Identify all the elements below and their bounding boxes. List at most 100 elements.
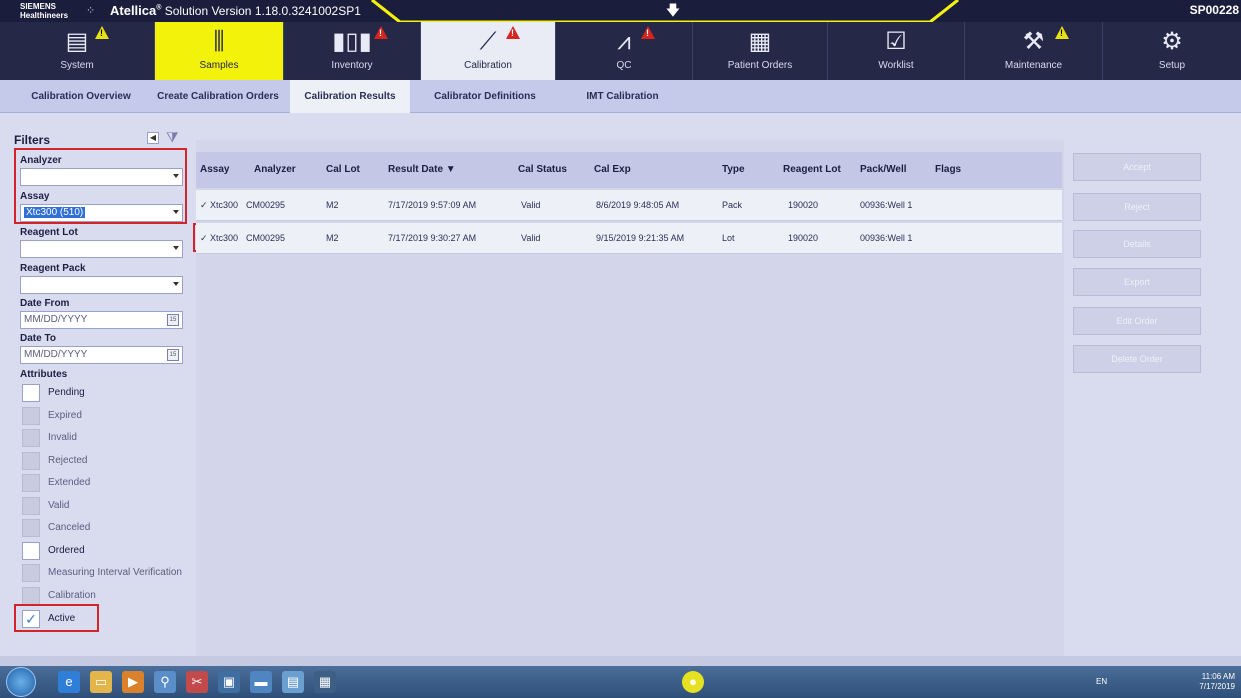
column-header-analyzer[interactable]: Analyzer xyxy=(254,164,296,175)
calibration-icon: ⟋ xyxy=(479,28,497,55)
windows-taskbar: e ▭ ▶ ⚲ ✂ ▣ ▬ ▤ ▦ ● EN 11:06 AM 7/17/201… xyxy=(0,666,1241,698)
column-header-cal-status[interactable]: Cal Status xyxy=(518,164,567,175)
date-from-field[interactable]: MM/DD/YYYY 15 xyxy=(20,311,183,329)
details-button[interactable]: Details xyxy=(1073,230,1201,258)
table-row[interactable]: ✓ Xtc300 CM00295 M2 7/17/2019 9:30:27 AM… xyxy=(196,223,1062,254)
attribute-label: Invalid xyxy=(48,432,77,443)
delete-order-button[interactable]: Delete Order xyxy=(1073,345,1201,373)
attribute-valid[interactable]: Valid xyxy=(22,497,192,515)
siemens-logo: SIEMENS Healthineers xyxy=(20,2,90,20)
checkbox[interactable] xyxy=(22,407,40,425)
calendar-icon[interactable]: 15 xyxy=(167,314,179,326)
edit-order-button[interactable]: Edit Order xyxy=(1073,307,1201,335)
media-player-icon[interactable]: ▶ xyxy=(122,671,144,693)
tab-setup[interactable]: ⚙ Setup xyxy=(1103,22,1241,80)
document-icon[interactable]: ▤ xyxy=(282,671,304,693)
status-down-arrow-icon[interactable]: 🡇 xyxy=(664,0,682,20)
checkbox[interactable] xyxy=(22,564,40,582)
cell-cal-lot: M2 xyxy=(326,200,339,210)
checkbox[interactable] xyxy=(22,452,40,470)
attribute-calibration[interactable]: Calibration xyxy=(22,587,192,605)
samples-icon: ⫼ xyxy=(213,28,225,55)
date-to-placeholder: MM/DD/YYYY xyxy=(24,349,88,360)
browser-icon[interactable]: e xyxy=(58,671,80,693)
attribute-invalid[interactable]: Invalid xyxy=(22,429,192,447)
attribute-canceled[interactable]: Canceled xyxy=(22,519,192,537)
column-header-pack-well[interactable]: Pack/Well xyxy=(860,164,907,175)
checkbox[interactable] xyxy=(22,429,40,447)
table-row[interactable]: ✓ Xtc300 CM00295 M2 7/17/2019 9:57:09 AM… xyxy=(196,190,1062,221)
collapse-panel-icon[interactable]: ◀ xyxy=(147,132,159,144)
warning-icon xyxy=(1055,26,1069,39)
checkbox[interactable] xyxy=(22,587,40,605)
attribute-expired[interactable]: Expired xyxy=(22,407,192,425)
tab-imt-calibration[interactable]: IMT Calibration xyxy=(565,80,680,113)
tab-calibration-results[interactable]: Calibration Results xyxy=(290,80,410,113)
date-to-field[interactable]: MM/DD/YYYY 15 xyxy=(20,346,183,364)
start-button-icon[interactable] xyxy=(6,667,36,697)
clock-date[interactable]: 7/17/2019 xyxy=(1199,682,1235,692)
tab-qc[interactable]: ⩘ QC xyxy=(556,22,693,80)
attribute-ordered[interactable]: Ordered xyxy=(22,542,192,560)
check-icon: ✓ xyxy=(200,233,208,243)
column-header-type[interactable]: Type xyxy=(722,164,745,175)
patient-orders-icon: ▦ xyxy=(748,28,772,55)
language-indicator[interactable]: EN xyxy=(1096,677,1107,686)
reagent-lot-select[interactable] xyxy=(20,240,183,258)
accept-button[interactable]: Accept xyxy=(1073,153,1201,181)
attribute-label: Measuring Interval Verification xyxy=(48,567,182,578)
cell-analyzer: CM00295 xyxy=(246,200,286,210)
tab-label: QC xyxy=(616,60,632,71)
checkbox[interactable] xyxy=(22,497,40,515)
cell-assay: Xtc300 xyxy=(210,200,239,210)
calculator-icon[interactable]: ▦ xyxy=(314,671,336,693)
column-header-cal-lot[interactable]: Cal Lot xyxy=(326,164,360,175)
display-icon[interactable]: ▬ xyxy=(250,671,272,693)
column-header-assay[interactable]: Assay xyxy=(200,164,229,175)
export-button[interactable]: Export xyxy=(1073,268,1201,296)
tool-icon[interactable]: ⚲ xyxy=(154,671,176,693)
checkbox[interactable] xyxy=(22,519,40,537)
tab-create-calibration-orders[interactable]: Create Calibration Orders xyxy=(152,80,284,113)
worklist-icon: ☑ xyxy=(885,28,907,55)
window-app-icon[interactable]: ▣ xyxy=(218,671,240,693)
attribute-rejected[interactable]: Rejected xyxy=(22,452,192,470)
column-header-flags[interactable]: Flags xyxy=(935,164,961,175)
results-panel: Assay Analyzer Cal Lot Result Date ▼ Cal… xyxy=(196,140,1064,656)
column-header-cal-exp[interactable]: Cal Exp xyxy=(594,164,631,175)
cell-reagent-lot: 190020 xyxy=(788,200,819,210)
reject-button[interactable]: Reject xyxy=(1073,193,1201,221)
tab-inventory[interactable]: ▮▯▮ Inventory xyxy=(284,22,421,80)
table-header: Assay Analyzer Cal Lot Result Date ▼ Cal… xyxy=(196,152,1062,188)
reagent-pack-select[interactable] xyxy=(20,276,183,294)
tab-label: System xyxy=(60,60,94,71)
tab-patient-orders[interactable]: ▦ Patient Orders xyxy=(693,22,828,80)
tab-label: Worklist xyxy=(878,60,914,71)
date-from-label: Date From xyxy=(20,298,70,309)
clear-filter-icon[interactable]: ⧩ xyxy=(166,129,180,145)
cell-type: Pack xyxy=(722,200,743,210)
date-to-label: Date To xyxy=(20,333,56,344)
tab-calibrator-definitions[interactable]: Calibrator Definitions xyxy=(415,80,555,113)
tab-worklist[interactable]: ☑ Worklist xyxy=(828,22,965,80)
folder-icon[interactable]: ▭ xyxy=(90,671,112,693)
clock-time[interactable]: 11:06 AM xyxy=(1199,672,1235,682)
tab-calibration-overview[interactable]: Calibration Overview xyxy=(20,80,142,113)
calendar-icon[interactable]: 15 xyxy=(167,349,179,361)
attribute-measuring-interval-verification[interactable]: Measuring Interval Verification xyxy=(22,564,194,582)
column-header-result-date[interactable]: Result Date ▼ xyxy=(388,164,456,175)
notification-icon[interactable]: ● xyxy=(682,671,704,693)
snipping-tool-icon[interactable]: ✂ xyxy=(186,671,208,693)
checkbox[interactable] xyxy=(22,474,40,492)
annotation-box-analyzer-assay xyxy=(14,148,187,224)
attribute-pending[interactable]: Pending xyxy=(22,384,192,402)
checkbox[interactable] xyxy=(22,542,40,560)
tab-maintenance[interactable]: ⚒ Maintenance xyxy=(965,22,1103,80)
tab-calibration[interactable]: ⟋ Calibration xyxy=(421,22,556,80)
checkbox[interactable] xyxy=(22,384,40,402)
column-header-reagent-lot[interactable]: Reagent Lot xyxy=(783,164,841,175)
tab-samples[interactable]: ⫼ Samples xyxy=(155,22,284,80)
tab-system[interactable]: ▤ System xyxy=(0,22,155,80)
attribute-extended[interactable]: Extended xyxy=(22,474,192,492)
tab-label: Setup xyxy=(1158,60,1186,71)
